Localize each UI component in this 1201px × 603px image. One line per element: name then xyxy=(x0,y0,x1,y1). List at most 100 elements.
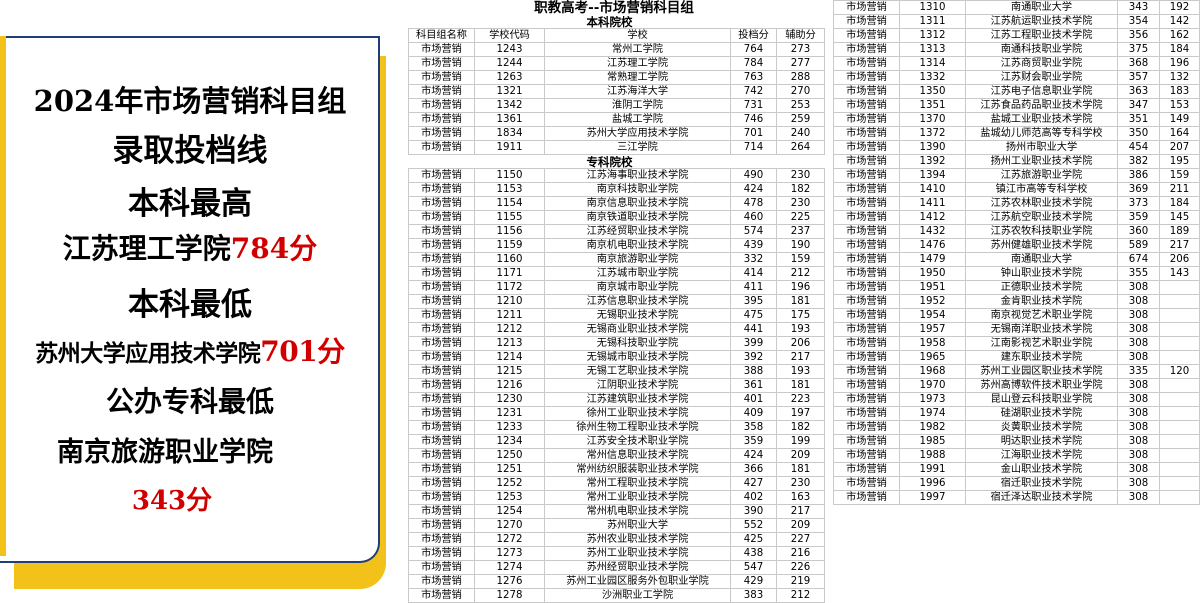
table-cell: 常州机电职业技术学院 xyxy=(544,504,731,519)
table-cell: 市场营销 xyxy=(408,406,475,421)
table-cell: 460 xyxy=(730,210,777,225)
promo-junior-lowest-label: 公办专科最低 xyxy=(105,385,274,418)
table-cell: 无锡职业技术学院 xyxy=(544,308,731,323)
table-cell: 市场营销 xyxy=(833,210,900,225)
table-cell: 市场营销 xyxy=(408,448,475,463)
table-cell: 苏州大学应用技术学院 xyxy=(544,126,731,141)
table-cell: 424 xyxy=(730,448,777,463)
table-cell: 217 xyxy=(775,350,826,365)
table-cell xyxy=(1159,350,1200,365)
table-cell: 市场营销 xyxy=(833,476,900,491)
table-cell: 市场营销 xyxy=(833,140,900,155)
table-cell: 399 xyxy=(730,336,777,351)
table-cell: 764 xyxy=(730,42,777,57)
table-cell: 439 xyxy=(730,238,777,253)
table-row: 市场营销 1154 南京信息职业技术学院 478 230 xyxy=(408,196,826,211)
table-cell: 1253 xyxy=(474,490,545,505)
table-cell: 386 xyxy=(1117,168,1160,183)
table-cell: 无锡科技职业学院 xyxy=(544,336,731,351)
table-cell: 市场营销 xyxy=(408,462,475,477)
table-cell: 230 xyxy=(775,168,826,183)
table-cell xyxy=(1159,406,1200,421)
table-cell: 784 xyxy=(730,56,777,71)
table-cell: 308 xyxy=(1117,308,1160,323)
table-cell: 1965 xyxy=(899,350,966,365)
table-row: 市场营销 1276 苏州工业园区服务外包职业学院 429 219 xyxy=(408,574,826,589)
table-cell: 市场营销 xyxy=(833,70,900,85)
section-label: 本科院校 xyxy=(586,15,633,29)
table-cell: 1390 xyxy=(899,140,966,155)
table-cell xyxy=(1159,322,1200,337)
table-cell: 226 xyxy=(775,560,826,575)
promo-subtitle: 录取投档线 xyxy=(112,133,268,169)
table-cell: 209 xyxy=(775,518,826,533)
table-cell: 宿迁泽达职业技术学院 xyxy=(965,490,1118,505)
table-cell: 216 xyxy=(775,546,826,561)
table-cell: 196 xyxy=(775,280,826,295)
table-cell: 149 xyxy=(1159,112,1200,127)
table-row: 市场营销 1214 无锡城市职业技术学院 392 217 xyxy=(408,350,826,365)
table-cell: 市场营销 xyxy=(833,420,900,435)
table-cell: 1310 xyxy=(899,0,966,15)
table-row: 市场营销 1263 常熟理工学院 763 288 xyxy=(408,70,826,85)
table-cell: 182 xyxy=(775,420,826,435)
table-cell: 1392 xyxy=(899,154,966,169)
table-cell: 1985 xyxy=(899,434,966,449)
table-cell: 1254 xyxy=(474,504,545,519)
table-cell: 1412 xyxy=(899,210,966,225)
table-cell: 南京科技职业学院 xyxy=(544,182,731,197)
table-cell: 308 xyxy=(1117,462,1160,477)
table-cell: 227 xyxy=(775,532,826,547)
sheet-title: 职教高考--市场营销科目组 xyxy=(534,0,694,16)
table-cell: 市场营销 xyxy=(408,210,475,225)
table-cell: 市场营销 xyxy=(408,168,475,183)
table-cell: 1215 xyxy=(474,364,545,379)
table-cell: 354 xyxy=(1117,14,1160,29)
table-cell: 1210 xyxy=(474,294,545,309)
table-cell: 1968 xyxy=(899,364,966,379)
table-cell: 197 xyxy=(775,406,826,421)
table-row: 市场营销 1950 钟山职业技术学院 355 143 xyxy=(833,266,1200,281)
table-cell: 1351 xyxy=(899,98,966,113)
table-cell: 江苏工程职业技术学院 xyxy=(965,28,1118,43)
table-row: 市场营销 1952 金肯职业技术学院 308 xyxy=(833,294,1200,309)
table-cell: 742 xyxy=(730,84,777,99)
table-cell: 市场营销 xyxy=(408,336,475,351)
table-cell: 1312 xyxy=(899,28,966,43)
table-cell: 市场营销 xyxy=(833,280,900,295)
table-cell xyxy=(1159,476,1200,491)
table-cell: 市场营销 xyxy=(408,224,475,239)
table-cell: 308 xyxy=(1117,476,1160,491)
table-cell: 市场营销 xyxy=(408,588,475,603)
table-cell: 市场营销 xyxy=(833,154,900,169)
table-cell: 193 xyxy=(775,364,826,379)
table-cell: 市场营销 xyxy=(408,252,475,267)
table-cell: 164 xyxy=(1159,126,1200,141)
table-row: 市场营销 1278 沙洲职业工学院 383 212 xyxy=(408,588,826,603)
table-row: 市场营销 1954 南京视觉艺术职业学院 308 xyxy=(833,308,1200,323)
table-row: 市场营销 1313 南通科技职业学院 375 184 xyxy=(833,42,1200,57)
table-cell: 392 xyxy=(730,350,777,365)
table-cell xyxy=(1159,420,1200,435)
table-cell: 正德职业技术学院 xyxy=(965,280,1118,295)
table-cell: 市场营销 xyxy=(408,560,475,575)
table-row: 市场营销 1272 苏州农业职业技术学院 425 227 xyxy=(408,532,826,547)
table-cell: 429 xyxy=(730,574,777,589)
table-row: 市场营销 1411 江苏农林职业技术学院 373 184 xyxy=(833,196,1200,211)
table-cell: 253 xyxy=(775,98,826,113)
table-row: 市场营销 1273 苏州工业职业技术学院 438 216 xyxy=(408,546,826,561)
table-row: 市场营销 1254 常州机电职业技术学院 390 217 xyxy=(408,504,826,519)
table-cell: 淮阴工学院 xyxy=(544,98,731,113)
table-cell: 368 xyxy=(1117,56,1160,71)
table-cell: 183 xyxy=(1159,84,1200,99)
table-cell: 1276 xyxy=(474,574,545,589)
table-cell: 1342 xyxy=(474,98,545,113)
table-cell: 市场营销 xyxy=(408,392,475,407)
table-cell: 常州工程职业技术学院 xyxy=(544,476,731,491)
table-cell: 159 xyxy=(1159,168,1200,183)
table-row: 市场营销 1251 常州纺织服装职业技术学院 366 181 xyxy=(408,462,826,477)
table-row: 市场营销 1243 常州工学院 764 273 xyxy=(408,42,826,57)
table-cell: 120 xyxy=(1159,364,1200,379)
table-cell: 701 xyxy=(730,126,777,141)
table-cell: 江南影视艺术职业学院 xyxy=(965,336,1118,351)
